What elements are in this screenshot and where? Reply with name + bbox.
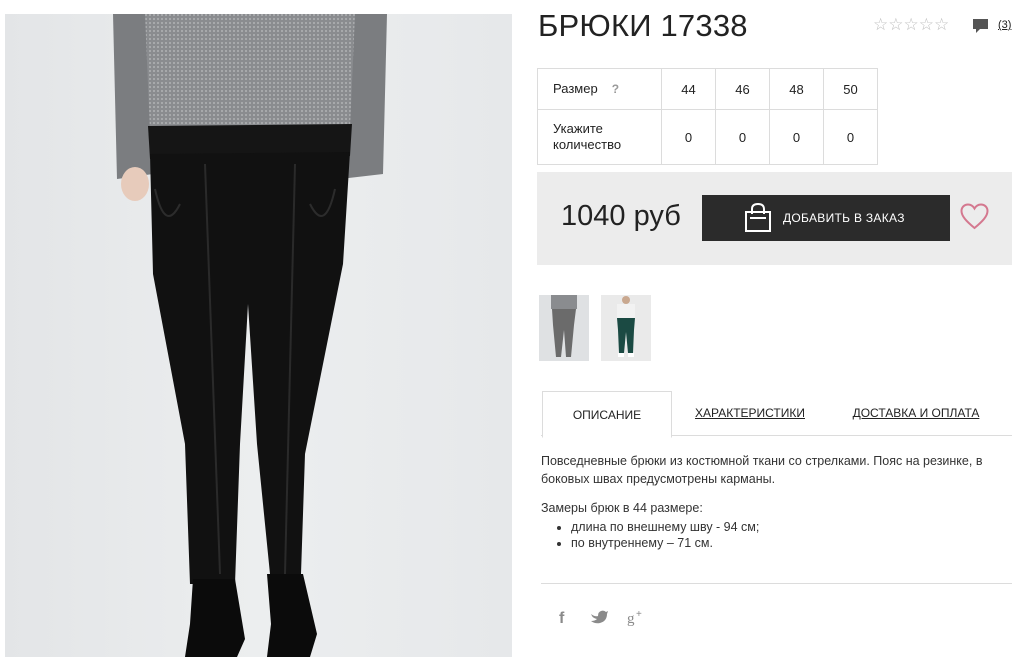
reviews-count-link[interactable]: (3) (998, 19, 1011, 31)
product-main-image[interactable] (5, 14, 512, 657)
quantity-input-46[interactable]: 0 (715, 109, 770, 165)
quantity-label: Укажите количество (537, 109, 662, 165)
description-text: Повседневные брюки из костюмной ткани со… (541, 454, 983, 486)
shopping-bag-icon (745, 203, 771, 232)
size-table: Размер? 44 46 48 50 Укажите количество 0… (537, 68, 878, 165)
add-to-order-label: ДОБАВИТЬ В ЗАКАЗ (783, 211, 905, 225)
thumbnail-1[interactable] (539, 295, 589, 361)
svg-text:f: f (559, 610, 565, 626)
size-label: Размер (553, 81, 598, 96)
svg-text:g: g (627, 611, 635, 626)
rating-stars[interactable]: ☆☆☆☆☆ (873, 15, 949, 35)
quantity-input-48[interactable]: 0 (769, 109, 824, 165)
facebook-icon[interactable]: f (553, 608, 573, 626)
thumbnail-2[interactable] (601, 295, 651, 361)
size-48: 48 (769, 68, 824, 110)
divider (541, 583, 1012, 584)
measures-list: длина по внешнему шву - 94 см; по внутре… (541, 519, 1009, 551)
size-label-cell: Размер? (537, 68, 662, 110)
description-panel: Повседневные брюки из костюмной ткани со… (541, 452, 1009, 551)
measure-item: по внутреннему – 71 см. (571, 535, 1009, 551)
quantity-input-50[interactable]: 0 (823, 109, 878, 165)
tab-characteristics[interactable]: ХАРАКТЕРИСТИКИ (690, 391, 810, 435)
size-44: 44 (661, 68, 716, 110)
purchase-box: 1040 руб ДОБАВИТЬ В ЗАКАЗ (537, 172, 1012, 265)
tab-delivery-payment[interactable]: ДОСТАВКА И ОПЛАТА (850, 391, 982, 435)
twitter-icon[interactable] (589, 608, 609, 626)
price: 1040 руб (561, 200, 681, 232)
size-46: 46 (715, 68, 770, 110)
measures-title: Замеры брюк в 44 размере: (541, 501, 703, 515)
size-50: 50 (823, 68, 878, 110)
heart-icon[interactable] (960, 203, 989, 230)
svg-text:+: + (636, 609, 642, 620)
comment-icon[interactable] (972, 18, 989, 35)
product-title: БРЮКИ 17338 (538, 8, 748, 43)
tab-description[interactable]: ОПИСАНИЕ (542, 391, 672, 438)
quantity-input-44[interactable]: 0 (661, 109, 716, 165)
measure-item: длина по внешнему шву - 94 см; (571, 519, 1009, 535)
help-icon[interactable]: ? (612, 81, 619, 97)
google-plus-icon[interactable]: g + (626, 608, 646, 626)
add-to-order-button[interactable]: ДОБАВИТЬ В ЗАКАЗ (702, 195, 950, 241)
